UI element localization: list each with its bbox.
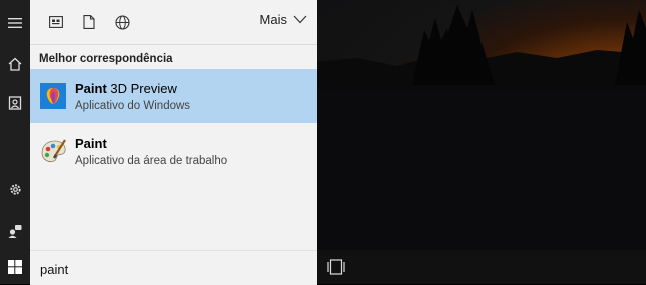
feedback-icon[interactable] [0, 216, 30, 246]
result-item-paint[interactable]: Paint Aplicativo da área de trabalho [30, 124, 317, 178]
result-title-match: Paint [75, 136, 107, 151]
desktop-wallpaper [317, 0, 646, 250]
documents-filter-icon[interactable] [77, 10, 101, 34]
task-view-icon[interactable] [327, 259, 345, 275]
left-rail [0, 0, 30, 284]
filter-toolbar: Mais [30, 0, 317, 45]
taskbar [317, 250, 646, 284]
chevron-down-icon [293, 12, 307, 27]
apps-filter-icon[interactable] [44, 10, 68, 34]
result-title: Paint 3D Preview [75, 81, 177, 96]
paint-palette-icon [38, 136, 68, 166]
settings-icon[interactable] [0, 174, 30, 204]
result-item-paint-3d[interactable]: Paint 3D Preview Aplicativo do Windows [30, 69, 317, 123]
search-box [30, 250, 317, 285]
search-results-panel: Mais Melhor correspondência Paint 3D Pre… [30, 0, 317, 250]
result-title-rest: 3D Preview [106, 81, 177, 96]
result-subtitle: Aplicativo do Windows [75, 100, 191, 112]
windows-start-icon[interactable] [0, 252, 30, 282]
more-label: Mais [259, 12, 287, 27]
hamburger-menu-icon[interactable] [0, 8, 30, 38]
notebook-icon[interactable] [0, 88, 30, 118]
result-title-match: Paint [75, 81, 107, 96]
result-subtitle: Aplicativo da área de trabalho [75, 155, 228, 167]
best-match-heading: Melhor correspondência [39, 53, 173, 65]
result-title: Paint [75, 136, 107, 151]
web-filter-icon[interactable] [110, 10, 134, 34]
more-filters-button[interactable]: Mais [260, 12, 307, 27]
paint-3d-icon [38, 81, 68, 111]
home-icon[interactable] [0, 49, 30, 79]
tree-silhouette [317, 5, 646, 250]
search-input[interactable] [38, 258, 302, 280]
